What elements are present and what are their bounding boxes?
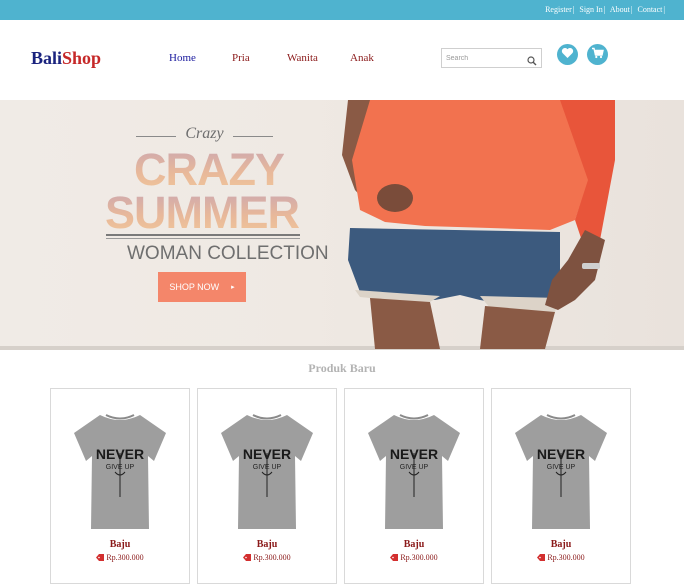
- nav-anak[interactable]: Anak: [350, 52, 374, 64]
- cart-button[interactable]: [587, 44, 608, 65]
- site-logo[interactable]: BaliShop: [31, 48, 101, 69]
- product-image: NEVER GIVE UP: [368, 414, 460, 529]
- search-box: [441, 48, 542, 68]
- top-bar: Register| Sign In| About| Contact|: [0, 0, 684, 20]
- product-price-value: Rp.300.000: [253, 553, 291, 562]
- nav-home[interactable]: Home: [169, 52, 196, 64]
- product-price-value: Rp.300.000: [106, 553, 144, 562]
- account-links: Register| Sign In| About| Contact|: [545, 5, 668, 14]
- nav-pria[interactable]: Pria: [232, 52, 250, 64]
- product-price: Rp.300.000: [492, 553, 630, 562]
- product-image: NEVER GIVE UP: [221, 414, 313, 529]
- logo-part-shop: Shop: [62, 48, 102, 68]
- banner-headline-line2: SUMMER: [105, 187, 300, 238]
- product-card[interactable]: NEVER GIVE UP Baju Rp.300.000: [344, 388, 484, 584]
- chevron-right-icon: ▸: [231, 284, 235, 291]
- link-separator: |: [663, 5, 665, 14]
- product-price: Rp.300.000: [198, 553, 336, 562]
- link-separator: |: [603, 5, 606, 14]
- product-name[interactable]: Baju: [345, 539, 483, 550]
- shop-now-button[interactable]: SHOP NOW ▸: [158, 272, 246, 302]
- product-image: NEVER GIVE UP: [74, 414, 166, 529]
- wishlist-button[interactable]: [557, 44, 578, 65]
- banner-script-text: Crazy: [185, 125, 224, 142]
- banner-rule-thin: [106, 238, 300, 239]
- model-photo: [342, 100, 615, 349]
- banner-script-title: Crazy: [136, 125, 273, 145]
- product-price-value: Rp.300.000: [547, 553, 585, 562]
- price-tag-icon: [537, 554, 546, 561]
- search-icon[interactable]: [527, 53, 537, 66]
- product-card[interactable]: NEVER GIVE UP Baju Rp.300.000: [50, 388, 190, 584]
- product-price-value: Rp.300.000: [400, 553, 438, 562]
- section-title: Produk Baru: [308, 361, 376, 375]
- product-name[interactable]: Baju: [198, 539, 336, 550]
- product-price: Rp.300.000: [345, 553, 483, 562]
- price-tag-icon: [243, 554, 252, 561]
- decor-line-right: [233, 136, 273, 137]
- product-name[interactable]: Baju: [492, 539, 630, 550]
- heart-icon: [561, 46, 574, 64]
- shop-now-label: SHOP NOW: [169, 282, 220, 292]
- search-input[interactable]: [442, 49, 526, 67]
- link-separator: |: [630, 5, 633, 14]
- banner-subheadline: WOMAN COLLECTION: [127, 243, 329, 264]
- price-tag-icon: [390, 554, 399, 561]
- cart-icon: [591, 46, 604, 64]
- product-name[interactable]: Baju: [51, 539, 189, 550]
- site-header: BaliShop Home Pria Wanita Anak: [0, 20, 684, 100]
- register-link[interactable]: Register: [545, 5, 572, 14]
- sign-in-link[interactable]: Sign In: [579, 5, 602, 14]
- logo-part-bali: Bali: [31, 48, 63, 68]
- banner-rule: [106, 234, 300, 236]
- contact-link[interactable]: Contact: [638, 5, 663, 14]
- decor-line-left: [136, 136, 176, 137]
- about-link[interactable]: About: [610, 5, 630, 14]
- nav-wanita[interactable]: Wanita: [287, 52, 318, 64]
- product-card[interactable]: NEVER GIVE UP Baju Rp.300.000: [197, 388, 337, 584]
- product-card[interactable]: NEVER GIVE UP Baju Rp.300.000: [491, 388, 631, 584]
- price-tag-icon: [96, 554, 105, 561]
- link-separator: |: [572, 5, 575, 14]
- product-price: Rp.300.000: [51, 553, 189, 562]
- product-image: NEVER GIVE UP: [515, 414, 607, 529]
